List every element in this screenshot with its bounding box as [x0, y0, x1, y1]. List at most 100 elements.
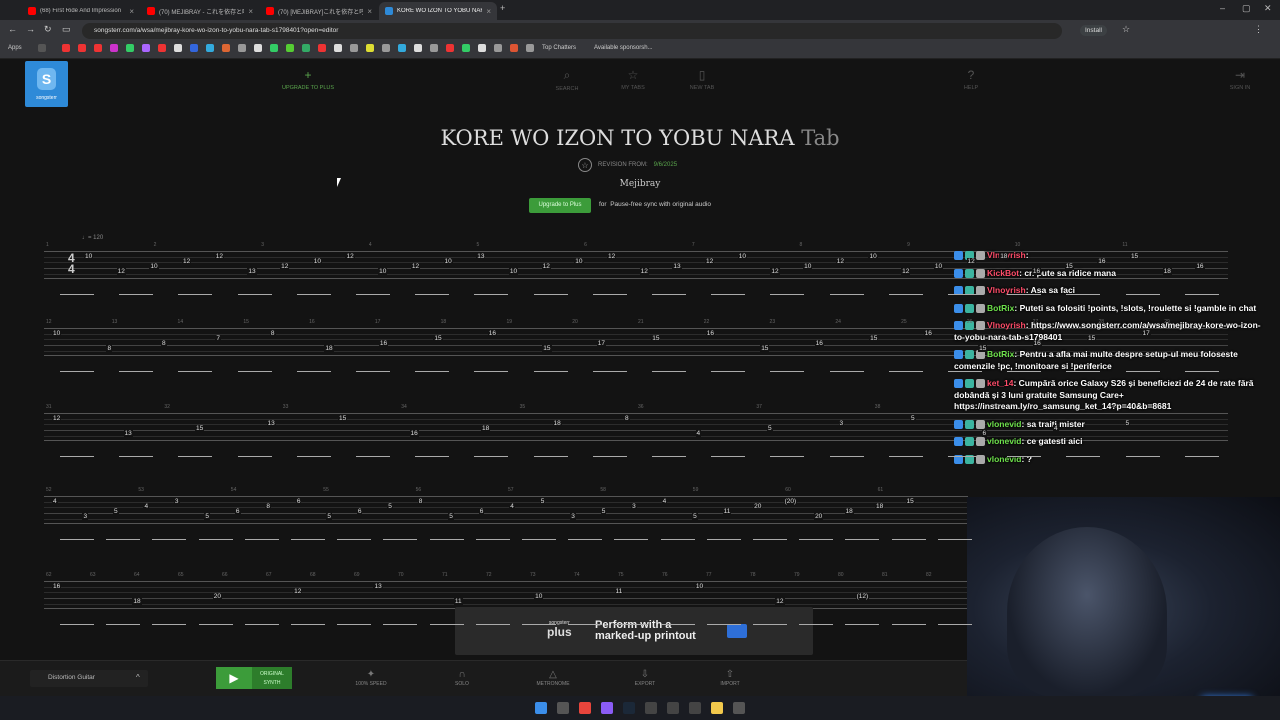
bookmark-icon[interactable]: [366, 44, 374, 52]
fret-number[interactable]: 16: [705, 330, 715, 337]
app-icon[interactable]: [689, 702, 701, 714]
fret-number[interactable]: 12: [835, 258, 845, 265]
fret-number[interactable]: 11: [453, 598, 463, 605]
folder-icon[interactable]: [711, 702, 723, 714]
fret-number[interactable]: 16: [52, 583, 62, 590]
sidebar-icon[interactable]: ▭: [62, 24, 71, 35]
fret-number[interactable]: 4: [52, 498, 58, 505]
fret-number[interactable]: 5: [767, 425, 773, 432]
fret-number[interactable]: 13: [266, 420, 276, 427]
app-icon[interactable]: [667, 702, 679, 714]
bookmark-icon[interactable]: [78, 44, 86, 52]
fret-number[interactable]: 10: [868, 253, 878, 260]
fret-number[interactable]: 8: [269, 330, 276, 337]
install-button[interactable]: Install: [1080, 25, 1107, 36]
fret-number[interactable]: 8: [160, 340, 167, 347]
bookmark-icon[interactable]: [462, 44, 470, 52]
new-tab-icon[interactable]: +: [500, 3, 505, 13]
fret-number[interactable]: 15: [869, 335, 879, 342]
artist-name[interactable]: Mejibray: [0, 179, 1280, 189]
fret-number[interactable]: 10: [84, 253, 94, 260]
tab-staff[interactable]: [44, 496, 968, 524]
fret-number[interactable]: 18: [999, 253, 1009, 260]
url-field[interactable]: songsterr.com/a/wsa/mejibray-kore-wo-izo…: [82, 23, 1062, 39]
bookmark-icon[interactable]: [430, 44, 438, 52]
discord-icon[interactable]: [601, 702, 613, 714]
browser-tab-4[interactable]: KORE WO IZON TO YOBU NARA ×: [379, 2, 497, 20]
bookmark-icon[interactable]: [494, 44, 502, 52]
fret-number[interactable]: 10: [378, 268, 388, 275]
fret-number[interactable]: 4: [695, 430, 702, 437]
back-icon[interactable]: ←: [8, 24, 17, 34]
fret-number[interactable]: 16: [409, 430, 419, 437]
reload-icon[interactable]: ↻: [44, 24, 52, 35]
bookmark-icon[interactable]: [238, 44, 246, 52]
fret-number[interactable]: 18: [132, 598, 142, 605]
chat-username[interactable]: BotRix: [987, 349, 1014, 359]
revision-date[interactable]: 9/6/2025: [654, 162, 677, 168]
fret-number[interactable]: 16: [487, 330, 498, 337]
fret-number[interactable]: 15: [1064, 263, 1074, 270]
fret-number[interactable]: 18: [1162, 268, 1172, 275]
browser-tab-2[interactable]: (70) MEJIBRAY - これを依存と呼 ×: [141, 2, 259, 20]
fret-number[interactable]: 12: [116, 268, 126, 275]
fret-number[interactable]: 8: [265, 503, 271, 510]
bookmark-icon[interactable]: [318, 44, 326, 52]
fret-number[interactable]: 4: [143, 503, 150, 510]
fret-number[interactable]: 13: [247, 268, 257, 275]
fret-number[interactable]: 15: [433, 335, 443, 342]
chat-username[interactable]: vlonevid: [987, 419, 1021, 429]
search-taskbar-icon[interactable]: [557, 702, 569, 714]
bookmark-icon[interactable]: [398, 44, 406, 52]
fret-number[interactable]: 20: [753, 503, 763, 510]
solo-control[interactable]: ∩ SOLO: [437, 669, 487, 687]
bookmark-icon[interactable]: [414, 44, 422, 52]
fret-number[interactable]: 17: [1141, 330, 1151, 337]
bookmark-available-sponsorships[interactable]: Available sponsorsh...: [594, 45, 653, 51]
close-icon[interactable]: ×: [486, 7, 491, 16]
chat-username[interactable]: ket_14: [987, 378, 1013, 388]
upgrade-to-plus-button[interactable]: Upgrade to Plus: [529, 198, 591, 213]
fret-number[interactable]: 18: [552, 420, 562, 427]
fret-number[interactable]: (20): [783, 498, 798, 505]
fret-number[interactable]: 18: [324, 345, 334, 352]
fret-number[interactable]: 5: [600, 508, 607, 515]
fret-number[interactable]: 6: [295, 498, 302, 505]
chat-username[interactable]: vlonevid: [987, 454, 1021, 464]
fret-number[interactable]: 12: [345, 253, 355, 260]
fret-number[interactable]: 10: [534, 593, 544, 600]
bookmark-icon[interactable]: [110, 44, 118, 52]
bookmark-icon[interactable]: [350, 44, 358, 52]
fret-number[interactable]: 12: [52, 415, 62, 422]
fret-number[interactable]: 16: [814, 340, 824, 347]
fret-number[interactable]: 15: [905, 498, 915, 505]
fret-number[interactable]: 20: [212, 593, 222, 600]
bookmark-icon[interactable]: [142, 44, 150, 52]
close-window-icon[interactable]: ✕: [1264, 3, 1272, 14]
fret-number[interactable]: 3: [173, 498, 180, 505]
fret-number[interactable]: 15: [1129, 253, 1140, 260]
chat-username[interactable]: vlonevid: [987, 436, 1021, 446]
bookmark-icon[interactable]: [158, 44, 166, 52]
fret-number[interactable]: 12: [182, 258, 192, 265]
fret-number[interactable]: 3: [82, 513, 89, 520]
fret-number[interactable]: 12: [280, 263, 290, 270]
fret-number[interactable]: 15: [338, 415, 348, 422]
fret-number[interactable]: 6: [478, 508, 485, 515]
fret-number[interactable]: 17: [596, 340, 606, 347]
fret-number[interactable]: 12: [541, 263, 551, 270]
play-button[interactable]: ▶: [216, 667, 252, 689]
fret-number[interactable]: 13: [476, 253, 486, 260]
close-icon[interactable]: ×: [129, 7, 134, 16]
fret-number[interactable]: 5: [387, 503, 393, 510]
fret-number[interactable]: 12: [293, 588, 303, 595]
fret-number[interactable]: 5: [910, 415, 916, 422]
bookmark-icon[interactable]: [222, 44, 230, 52]
fret-number[interactable]: 10: [933, 263, 944, 270]
bookmark-apps[interactable]: Apps: [8, 45, 22, 51]
bookmark-icon[interactable]: [94, 44, 102, 52]
fret-number[interactable]: 5: [539, 498, 546, 505]
fret-number[interactable]: 10: [694, 583, 705, 590]
fret-number[interactable]: 5: [448, 513, 454, 520]
app-icon[interactable]: [645, 702, 657, 714]
